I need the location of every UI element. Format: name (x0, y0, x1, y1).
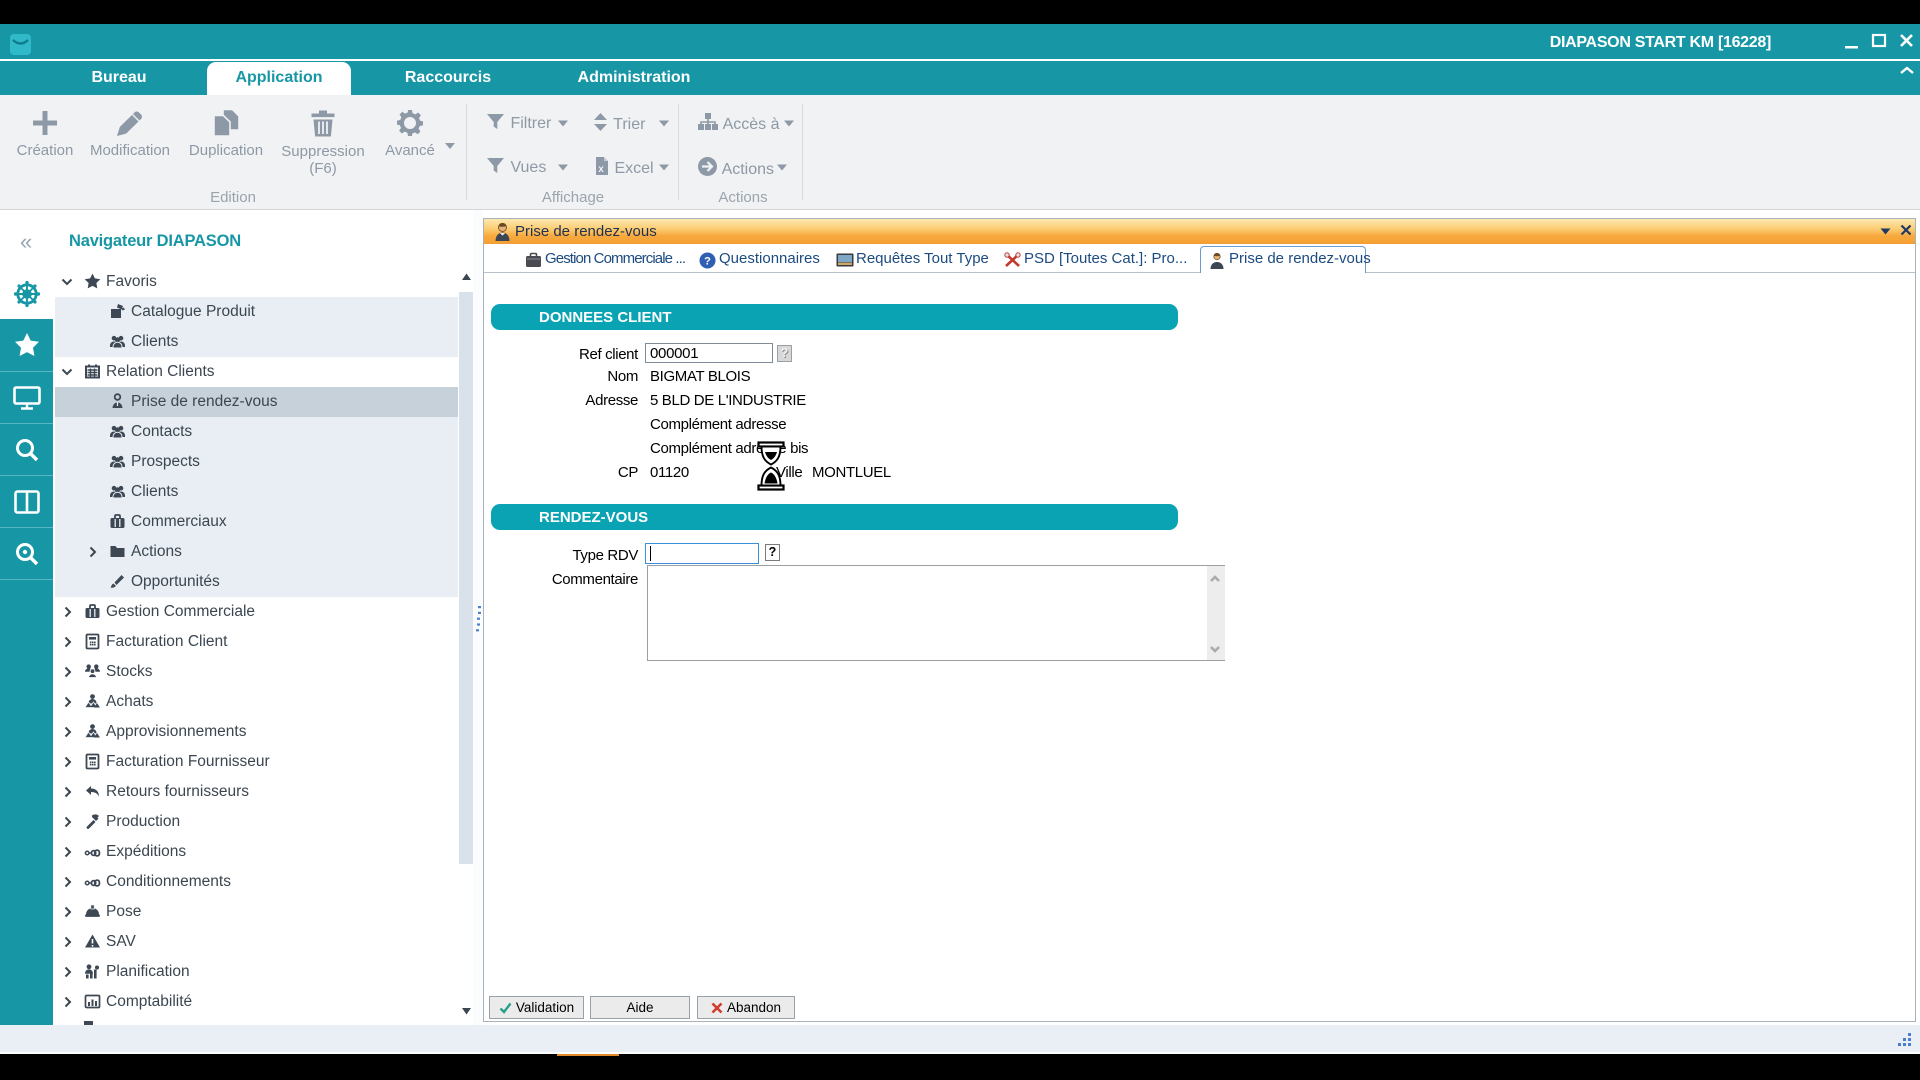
svg-text:?: ? (704, 256, 711, 268)
svg-text:x: x (598, 164, 604, 175)
